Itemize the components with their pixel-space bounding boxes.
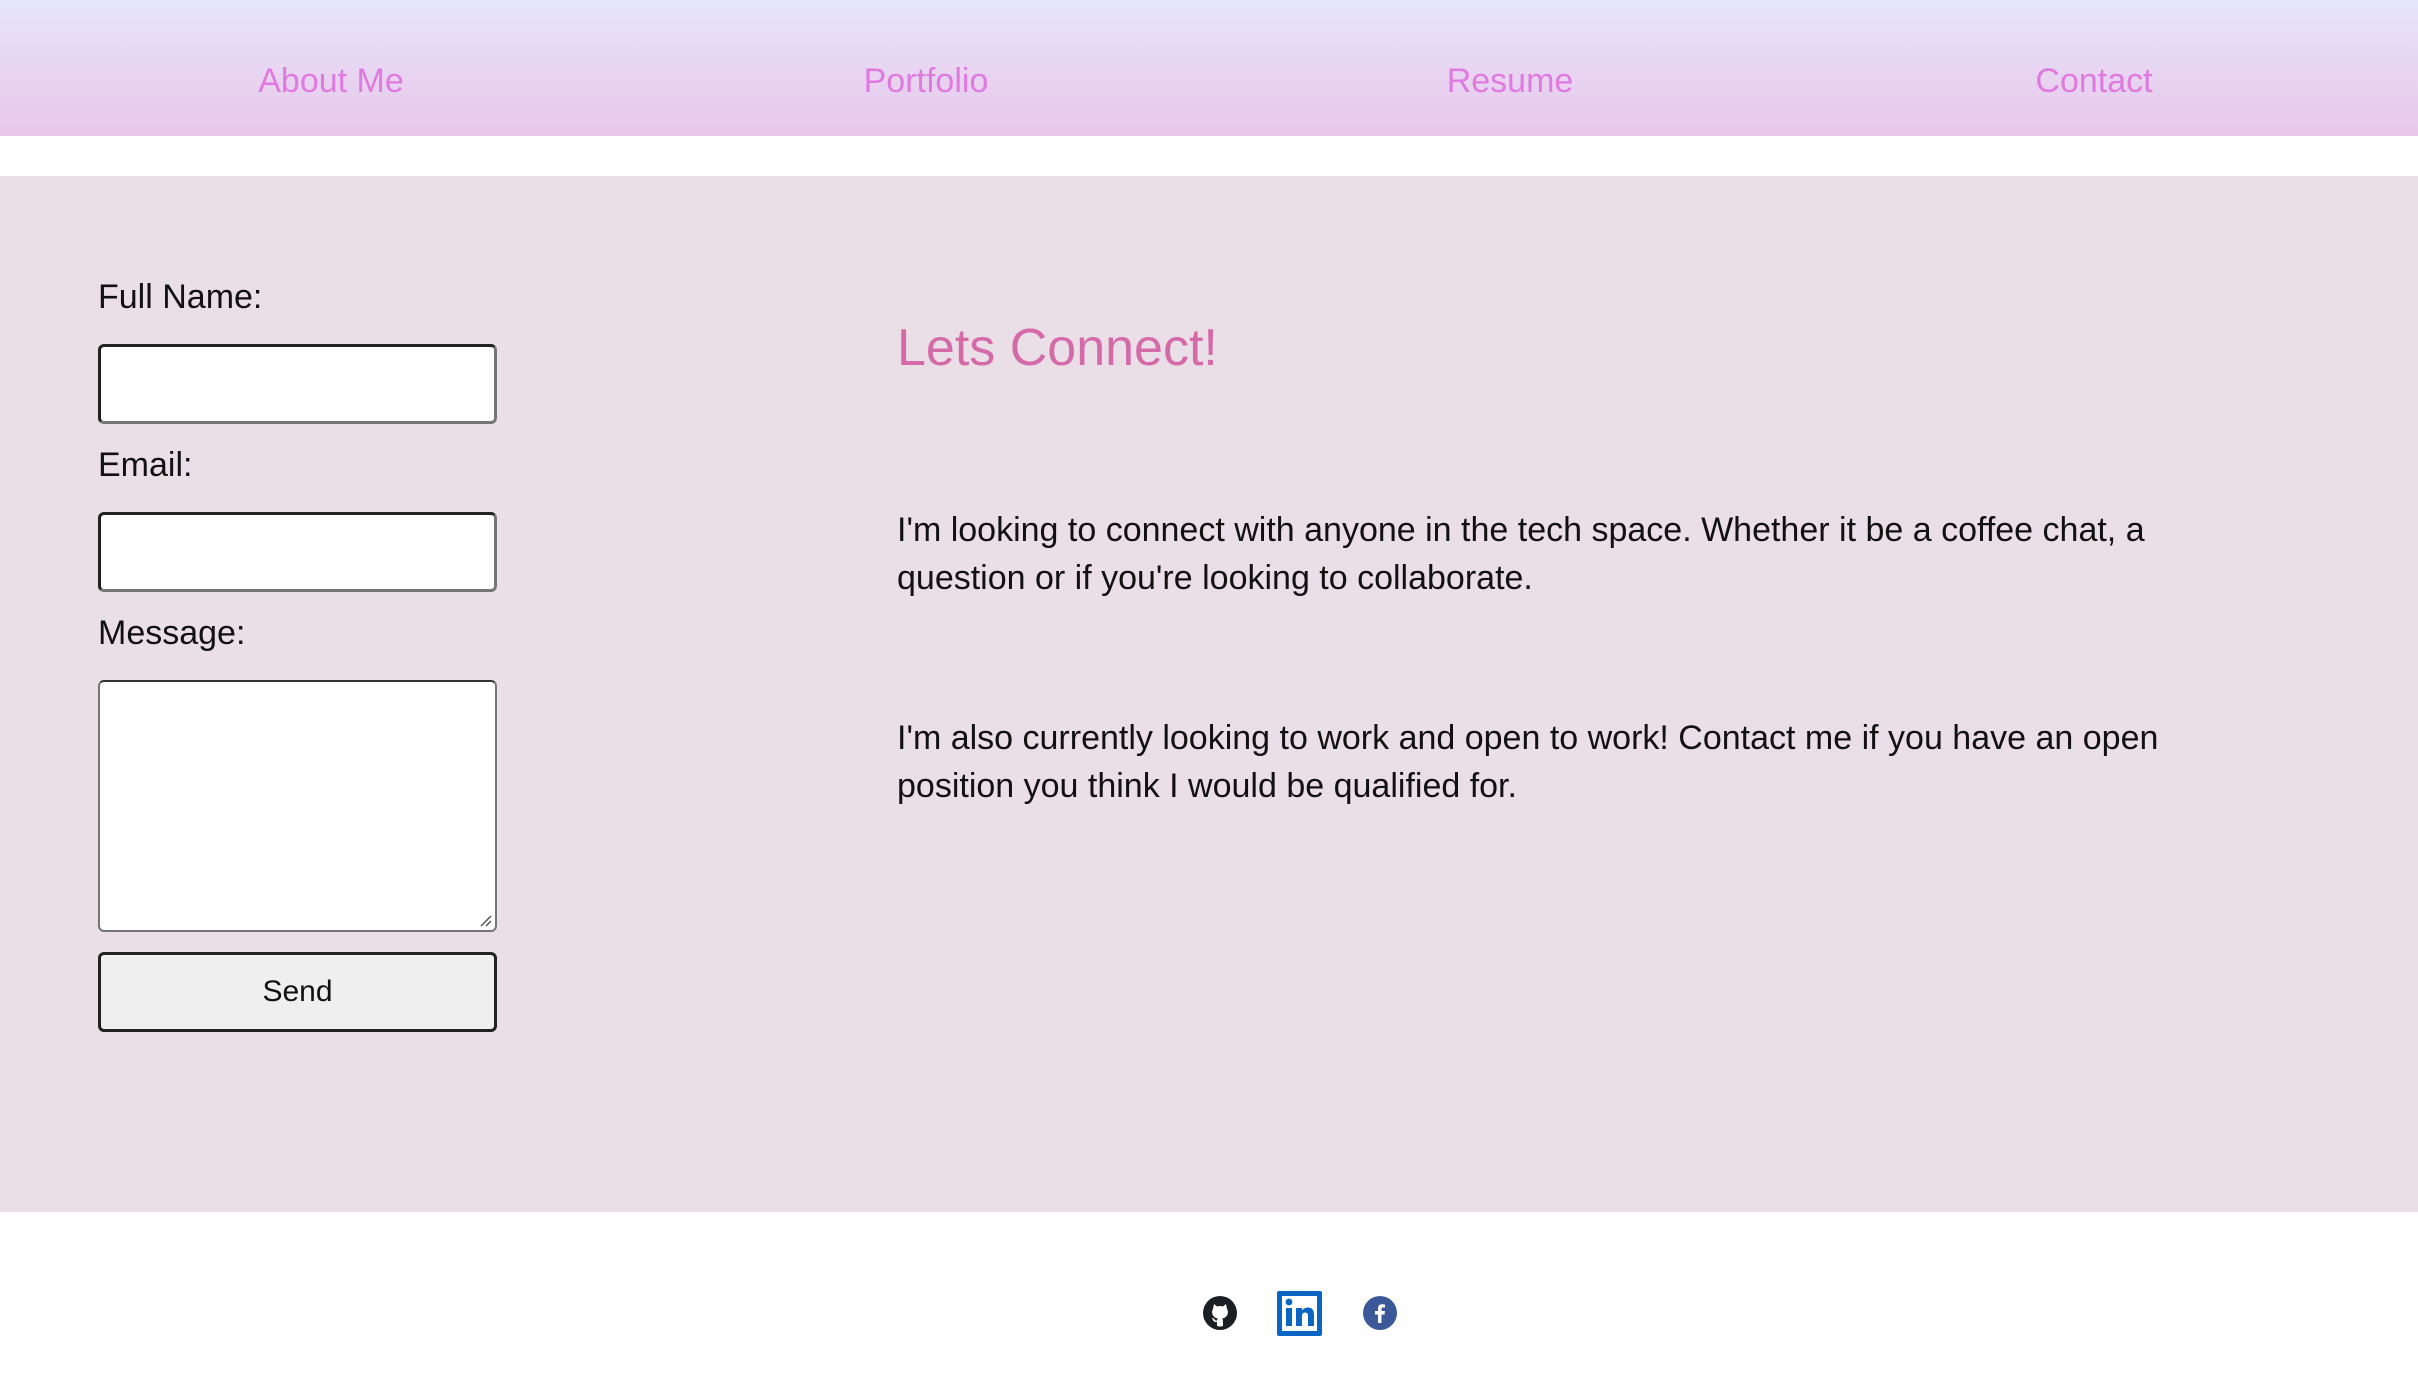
email-label: Email: (98, 446, 193, 484)
nav-link-resume[interactable]: Resume (1447, 0, 1574, 136)
email-input[interactable] (98, 512, 497, 592)
message-textarea[interactable] (98, 680, 497, 932)
intro-paragraph: I'm looking to connect with anyone in th… (897, 511, 2145, 597)
message-label: Message: (98, 614, 246, 652)
top-navigation: About Me Portfolio Resume Contact (0, 0, 2418, 136)
footer (0, 1212, 2418, 1384)
send-button[interactable]: Send (98, 952, 497, 1032)
page-heading: Lets Connect! (897, 319, 1218, 377)
nav-link-about-me[interactable]: About Me (258, 0, 404, 136)
work-paragraph: I'm also currently looking to work and o… (897, 719, 2159, 805)
github-icon[interactable] (1202, 1295, 1238, 1331)
linkedin-icon[interactable] (1277, 1291, 1322, 1336)
facebook-icon[interactable] (1363, 1296, 1397, 1330)
resize-handle-icon[interactable] (478, 913, 492, 927)
contact-section: Full Name: Email: Message: Send Lets Con… (0, 176, 2418, 1212)
full-name-input[interactable] (98, 344, 497, 424)
full-name-label: Full Name: (98, 278, 263, 316)
nav-link-contact[interactable]: Contact (2035, 0, 2152, 136)
nav-link-portfolio[interactable]: Portfolio (864, 0, 989, 136)
